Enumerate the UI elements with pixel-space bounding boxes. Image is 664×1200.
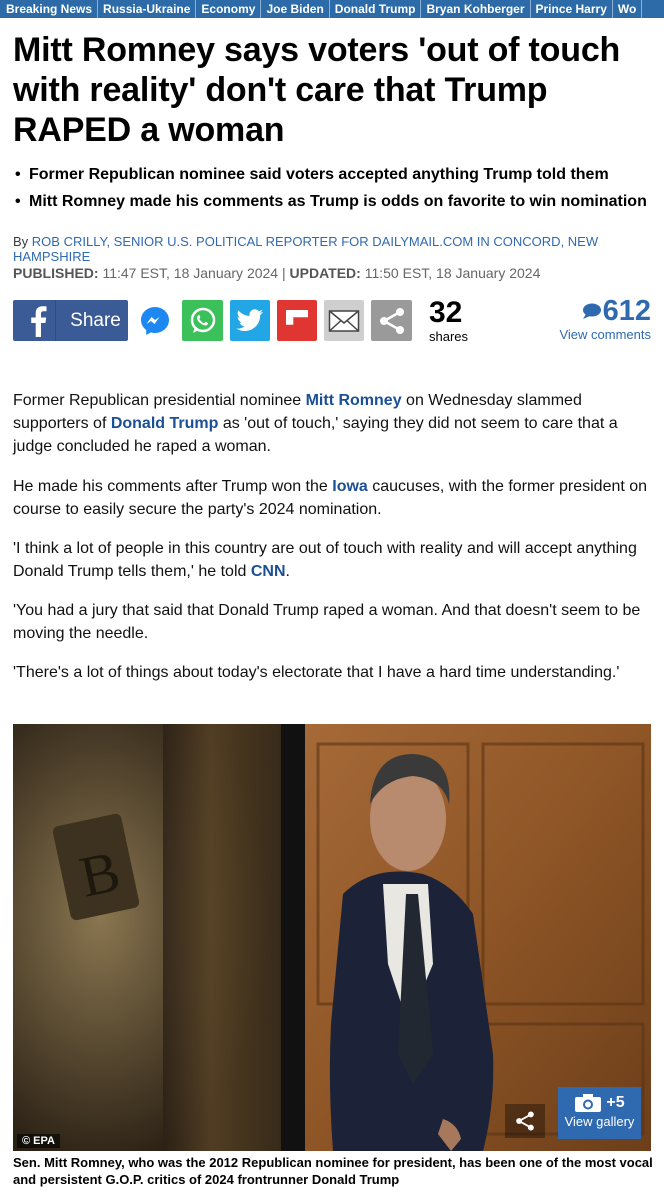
- comments-count-row[interactable]: 612: [559, 295, 651, 327]
- twitter-share-button[interactable]: [230, 300, 270, 341]
- photo-illustration: B: [13, 724, 651, 1151]
- author-link[interactable]: ROB CRILLY, SENIOR U.S. POLITICAL REPORT…: [13, 234, 598, 264]
- article-paragraph: 'You had a jury that said that Donald Tr…: [13, 602, 641, 642]
- nav-item-economy[interactable]: Economy: [196, 0, 262, 18]
- gallery-label: View gallery: [564, 1114, 635, 1129]
- comments-count: 612: [602, 295, 651, 327]
- article-photo[interactable]: B © EPA +5 View gallery: [13, 724, 651, 1151]
- facebook-icon: [20, 300, 57, 341]
- article-paragraph: He made his comments after Trump won the…: [13, 475, 653, 521]
- share-icon: [379, 307, 404, 334]
- flipboard-share-button[interactable]: [277, 300, 317, 341]
- view-gallery-button[interactable]: +5 View gallery: [558, 1087, 641, 1139]
- photo-credit: © EPA: [17, 1134, 60, 1148]
- camera-icon: [575, 1094, 602, 1112]
- email-icon: [328, 309, 360, 332]
- whatsapp-icon: [190, 307, 215, 333]
- paragraph-text: He made his comments after Trump won the: [13, 478, 333, 495]
- updated-label: UPDATED:: [289, 265, 361, 281]
- more-share-button[interactable]: [371, 300, 412, 341]
- donald-trump-link[interactable]: Donald Trump: [111, 415, 219, 432]
- article-headline: Mitt Romney says voters 'out of touch wi…: [13, 31, 621, 149]
- summary-bullet: • Former Republican nominee said voters a…: [15, 161, 660, 188]
- whatsapp-share-button[interactable]: [182, 300, 223, 341]
- nav-item-bryan-kohberger[interactable]: Bryan Kohberger: [421, 0, 531, 18]
- summary-bullet-text: Former Republican nominee said voters ac…: [29, 166, 609, 183]
- updated-value: 11:50 EST, 18 January 2024: [364, 265, 541, 281]
- twitter-icon: [236, 308, 263, 331]
- bullet-dot-icon: •: [15, 166, 21, 183]
- email-share-button[interactable]: [324, 300, 364, 341]
- article-paragraph: 'I think a lot of people in this country…: [13, 537, 653, 583]
- article-paragraph: 'There's a lot of things about today's e…: [13, 664, 620, 681]
- cnn-link[interactable]: CNN: [251, 563, 286, 580]
- facebook-share-button[interactable]: Share: [13, 300, 128, 341]
- facebook-share-label: Share: [70, 309, 121, 331]
- summary-bullet: • Mitt Romney made his comments as Trump …: [15, 188, 660, 215]
- iowa-link[interactable]: Iowa: [332, 478, 368, 495]
- bullet-dot-icon: •: [15, 193, 21, 210]
- messenger-share-button[interactable]: [135, 300, 175, 341]
- publish-dates: PUBLISHED: 11:47 EST, 18 January 2024 | …: [13, 265, 540, 281]
- photo-caption: Sen. Mitt Romney, who was the 2012 Repub…: [13, 1155, 653, 1187]
- nav-item-breaking-news[interactable]: Breaking News: [0, 0, 99, 18]
- paragraph-text: Former Republican presidential nominee: [13, 392, 306, 409]
- comments-widget[interactable]: 612 View comments: [559, 295, 651, 342]
- nav-item-truncated[interactable]: Wo: [613, 0, 643, 18]
- paragraph-text: .: [285, 563, 290, 580]
- photo-share-button[interactable]: [505, 1104, 545, 1138]
- published-value: 11:47 EST, 18 January 2024: [102, 265, 279, 281]
- nav-item-donald-trump[interactable]: Donald Trump: [330, 0, 422, 18]
- date-separator: |: [282, 265, 286, 281]
- summary-bullet-text: Mitt Romney made his comments as Trump i…: [29, 193, 647, 210]
- share-count: 32: [429, 296, 463, 329]
- gallery-count: +5: [606, 1094, 625, 1111]
- paragraph-text: 'I think a lot of people in this country…: [13, 540, 637, 580]
- messenger-icon: [141, 306, 169, 335]
- mitt-romney-link[interactable]: Mitt Romney: [306, 392, 402, 409]
- nav-item-joe-biden[interactable]: Joe Biden: [261, 0, 330, 18]
- summary-bullets: • Former Republican nominee said voters a…: [15, 161, 660, 215]
- nav-item-russia-ukraine[interactable]: Russia-Ukraine: [98, 0, 197, 18]
- comment-bubble-icon: [582, 303, 601, 319]
- article-paragraph: Former Republican presidential nominee M…: [13, 389, 653, 458]
- share-count-label: shares: [429, 329, 469, 344]
- view-comments-link[interactable]: View comments: [559, 327, 651, 342]
- nav-item-prince-harry[interactable]: Prince Harry: [531, 0, 613, 18]
- top-nav: Breaking News Russia-Ukraine Economy Joe Bi…: [0, 0, 664, 18]
- byline: By ROB CRILLY, SENIOR U.S. POLITICAL REP…: [13, 234, 643, 264]
- byline-prefix: By: [13, 234, 29, 249]
- flipboard-icon: [286, 309, 308, 325]
- published-label: PUBLISHED:: [13, 265, 99, 281]
- gallery-top: +5: [558, 1093, 641, 1113]
- share-icon: [516, 1111, 534, 1131]
